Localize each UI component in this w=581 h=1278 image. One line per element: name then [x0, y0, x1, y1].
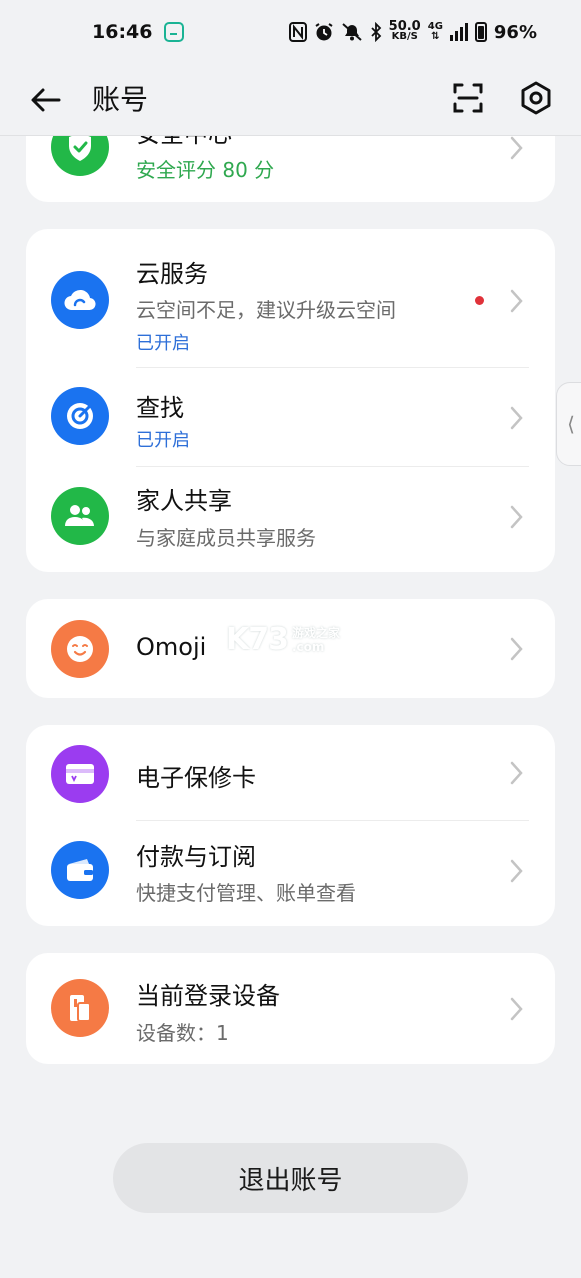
- warranty-card-row[interactable]: 电子保修卡: [26, 725, 555, 820]
- watermark-text: 游戏之家 .com: [292, 626, 340, 654]
- chevron-right-icon: [510, 406, 523, 430]
- chevron-right-icon: [510, 997, 523, 1021]
- radar-icon: [67, 403, 93, 429]
- cloud-service-row[interactable]: 云服务 云空间不足，建议升级云空间 已开启: [26, 229, 555, 367]
- back-arrow-icon[interactable]: [26, 80, 66, 120]
- services-card: 云服务 云空间不足，建议升级云空间 已开启 查找 已开启 家人共享 与家庭成员共…: [26, 229, 555, 572]
- devices-card: 当前登录设备 设备数：1: [26, 953, 555, 1064]
- warranty-icon-badge: [51, 745, 109, 803]
- status-right: 50.0 KB/S 4G ⇅ 96%: [288, 20, 537, 43]
- family-share-title: 家人共享: [136, 487, 232, 515]
- family-icon-badge: [51, 487, 109, 545]
- chevron-right-icon: [510, 637, 523, 661]
- data-arrows-icon: ⇅: [431, 31, 440, 42]
- payment-subscription-title: 付款与订阅: [136, 843, 256, 871]
- app-notification-icon: [164, 22, 185, 42]
- signal-icon: [449, 23, 468, 41]
- payment-icon-badge: [51, 841, 109, 899]
- chevron-right-icon: [510, 289, 523, 313]
- family-share-row[interactable]: 家人共享 与家庭成员共享服务: [26, 467, 555, 572]
- watermark: K73 游戏之家 .com: [226, 622, 340, 657]
- battery-level: 96%: [493, 21, 537, 43]
- bluetooth-icon: [371, 22, 381, 42]
- status-left: 16:46: [92, 21, 185, 43]
- side-handle-chevron-icon: ⟨: [567, 412, 575, 436]
- app-header: 账号: [0, 64, 581, 136]
- watermark-logo: K73: [226, 622, 289, 657]
- mute-icon: [341, 23, 362, 41]
- payment-subscription-subtitle: 快捷支付管理、账单查看: [136, 881, 356, 905]
- cloud-icon-badge: [51, 271, 109, 329]
- nfc-icon: [288, 22, 307, 42]
- logged-in-devices-row[interactable]: 当前登录设备 设备数：1: [26, 953, 555, 1064]
- logout-button[interactable]: 退出账号: [113, 1143, 468, 1213]
- find-row[interactable]: 查找 已开启: [26, 368, 555, 466]
- cloud-service-subtitle: 云空间不足，建议升级云空间: [136, 298, 396, 322]
- chevron-right-icon: [510, 761, 523, 785]
- cloud-service-status: 已开启: [136, 333, 190, 354]
- chevron-right-icon: [510, 859, 523, 883]
- security-score: 安全评分 80 分: [136, 158, 275, 182]
- battery-icon: [474, 22, 487, 42]
- status-bar: 16:46 50.0 KB/S 4G ⇅ 96%: [0, 0, 581, 64]
- devices-count: 设备数：1: [136, 1021, 229, 1045]
- side-panel-handle[interactable]: ⟨: [556, 382, 581, 466]
- people-icon: [65, 505, 94, 526]
- alarm-icon: [315, 23, 333, 41]
- settings-icon[interactable]: [516, 78, 556, 118]
- omoji-icon-badge: [51, 620, 109, 678]
- network-type: 4G ⇅: [428, 22, 443, 42]
- cloud-service-title: 云服务: [136, 260, 208, 288]
- devices-icon: [70, 995, 91, 1022]
- find-title: 查找: [136, 394, 184, 422]
- omoji-title: Omoji: [136, 633, 207, 661]
- notification-dot: [475, 296, 484, 305]
- chevron-right-icon: [510, 136, 523, 160]
- devices-title: 当前登录设备: [136, 982, 280, 1010]
- status-time: 16:46: [92, 21, 153, 43]
- network-speed: 50.0 KB/S: [389, 20, 421, 42]
- watermark-line1: 游戏之家: [292, 625, 341, 640]
- cloud-icon: [64, 289, 96, 311]
- payment-subscription-row[interactable]: 付款与订阅 快捷支付管理、账单查看: [26, 821, 555, 926]
- find-status: 已开启: [136, 430, 190, 451]
- watermark-line2: .com: [292, 639, 325, 654]
- smiley-face-icon: [67, 636, 93, 662]
- scan-icon[interactable]: [448, 78, 488, 118]
- wallet-icon: [67, 859, 93, 881]
- chevron-right-icon: [510, 505, 523, 529]
- network-speed-unit: KB/S: [391, 31, 418, 42]
- find-icon-badge: [51, 387, 109, 445]
- page-title: 账号: [92, 83, 149, 116]
- warranty-card-title: 电子保修卡: [136, 764, 256, 792]
- devices-icon-badge: [51, 979, 109, 1037]
- payments-card: 电子保修卡 付款与订阅 快捷支付管理、账单查看: [26, 725, 555, 926]
- family-share-subtitle: 与家庭成员共享服务: [136, 526, 316, 550]
- warranty-card-icon: [66, 764, 94, 784]
